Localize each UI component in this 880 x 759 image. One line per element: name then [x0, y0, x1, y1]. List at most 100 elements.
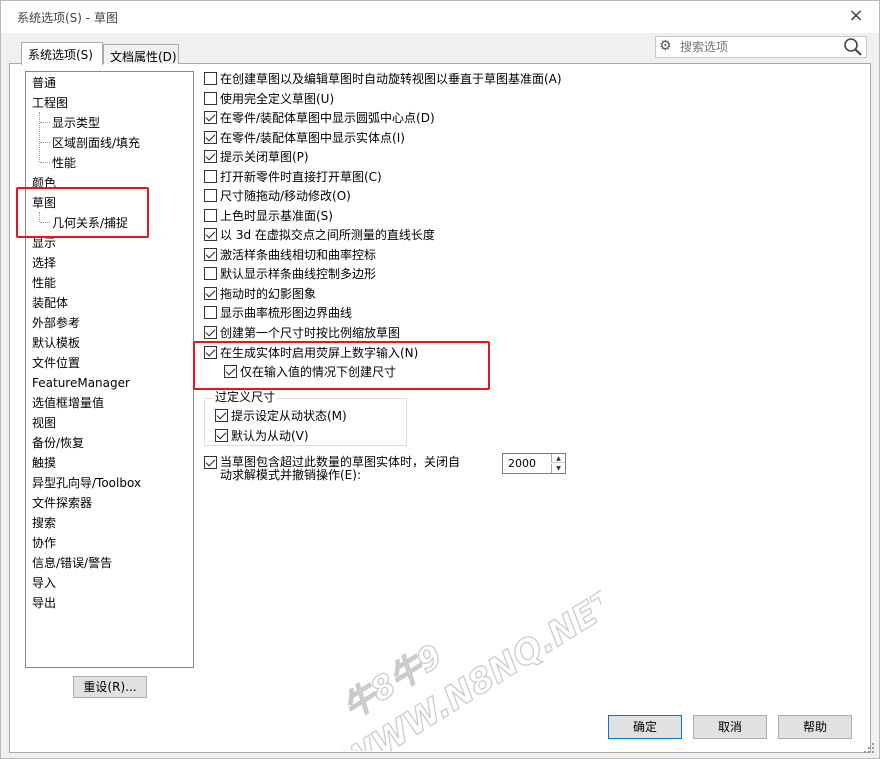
options-tree[interactable]: 普通 工程图 显示类型 区域剖面线/填充 性能 颜色 草图 几何关系/捕捉 显示… [25, 71, 194, 668]
tree-item-view[interactable]: 视图 [32, 413, 56, 433]
tree-item-general[interactable]: 普通 [32, 73, 56, 93]
option-label: 使用完全定义草图(U) [220, 92, 335, 106]
option-label-line2: 动求解模式并撤销操作(E): [220, 468, 361, 482]
resize-grip-icon[interactable] [863, 742, 875, 754]
option-label: 提示关闭草图(P) [220, 150, 309, 164]
option-fully-defined-sketches[interactable]: 使用完全定义草图(U) [204, 90, 334, 108]
checkbox[interactable] [215, 429, 228, 442]
option-on-screen-numeric-input[interactable]: 在生成实体时启用荧屏上数字输入(N) [204, 344, 418, 362]
tree-item-hole-wizard-toolbox[interactable]: 异型孔向导/Toolbox [32, 473, 141, 493]
tree-item-default-templates[interactable]: 默认模板 [32, 333, 80, 353]
checkbox[interactable] [204, 306, 217, 319]
tree-item-featuremanager[interactable]: FeatureManager [32, 373, 130, 393]
option-auto-rotate-view[interactable]: 在创建草图以及编辑草图时自动旋转视图以垂直于草图基准面(A) [204, 70, 562, 88]
tab-system-options[interactable]: 系统选项(S) [21, 42, 103, 65]
checkbox[interactable] [204, 346, 217, 359]
checkbox[interactable] [204, 92, 217, 105]
tree-item-drawings[interactable]: 工程图 [32, 93, 68, 113]
option-ghost-image-drag[interactable]: 拖动时的幻影图象 [204, 285, 316, 303]
checkbox[interactable] [204, 287, 217, 300]
title-bar: 系统选项(S) - 草图 × [1, 1, 879, 33]
option-create-sketch-on-new-part[interactable]: 打开新零件时直接打开草图(C) [204, 168, 382, 186]
checkbox[interactable] [204, 170, 217, 183]
tree-item-display[interactable]: 显示 [32, 233, 56, 253]
tree-item-import[interactable]: 导入 [32, 573, 56, 593]
tree-item-display-style[interactable]: 显示类型 [52, 113, 100, 133]
option-label: 激活样条曲线相切和曲率控标 [220, 248, 377, 262]
option-label: 创建第一个尺寸时按比例缩放草图 [220, 326, 401, 340]
option-prompt-close-sketch[interactable]: 提示关闭草图(P) [204, 148, 309, 166]
spin-down-icon[interactable]: ▼ [551, 464, 565, 473]
option-label: 在零件/装配体草图中显示圆弧中心点(D) [220, 111, 435, 125]
search-input[interactable] [678, 38, 838, 56]
option-curvature-comb[interactable]: 显示曲率梳形图边界曲线 [204, 304, 352, 322]
tree-item-file-locations[interactable]: 文件位置 [32, 353, 80, 373]
option-display-plane-shaded[interactable]: 上色时显示基准面(S) [204, 207, 333, 225]
checkbox[interactable] [204, 209, 217, 222]
option-prompt-driven-state[interactable]: 提示设定从动状态(M) [215, 407, 347, 425]
tree-item-relations-snaps[interactable]: 几何关系/捕捉 [52, 213, 128, 233]
tree-item-search[interactable]: 搜索 [32, 513, 56, 533]
option-label: 默认显示样条曲线控制多边形 [220, 267, 377, 281]
checkbox[interactable] [204, 72, 217, 85]
option-set-driven-default[interactable]: 默认为从动(V) [215, 427, 309, 445]
tree-item-drawing-performance[interactable]: 性能 [52, 153, 76, 173]
checkbox[interactable] [204, 326, 217, 339]
tree-item-collaboration[interactable]: 协作 [32, 533, 56, 553]
option-spline-polygon[interactable]: 默认显示样条曲线控制多边形 [204, 265, 376, 283]
option-line-length-3d[interactable]: 以 3d 在虚拟交点之间所测量的直线长度 [204, 226, 435, 244]
option-label: 提示设定从动状态(M) [231, 409, 347, 423]
checkbox[interactable] [204, 131, 217, 144]
tree-item-external-references[interactable]: 外部参考 [32, 313, 80, 333]
cancel-button[interactable]: 取消 [693, 715, 767, 739]
tree-item-backup-recover[interactable]: 备份/恢复 [32, 433, 84, 453]
option-arc-centerpoints[interactable]: 在零件/装配体草图中显示圆弧中心点(D) [204, 109, 435, 127]
option-entity-points[interactable]: 在零件/装配体草图中显示实体点(I) [204, 129, 405, 147]
search-options-box[interactable]: ⚙ [655, 36, 867, 58]
checkbox[interactable] [204, 189, 217, 202]
checkbox[interactable] [204, 150, 217, 163]
gear-icon[interactable]: ⚙ [659, 38, 672, 54]
tree-item-assemblies[interactable]: 装配体 [32, 293, 68, 313]
option-label: 在创建草图以及编辑草图时自动旋转视图以垂直于草图基准面(A) [220, 72, 562, 86]
tab-document-properties[interactable]: 文档属性(D) [103, 44, 179, 64]
entity-count-input[interactable] [506, 456, 548, 471]
close-icon[interactable]: × [847, 5, 865, 27]
checkbox[interactable] [224, 365, 237, 378]
help-button[interactable]: 帮助 [778, 715, 852, 739]
tree-item-messages-errors-warnings[interactable]: 信息/错误/警告 [32, 553, 112, 573]
tree-item-export[interactable]: 导出 [32, 593, 56, 613]
ok-button[interactable]: 确定 [608, 715, 682, 739]
option-create-dim-only-when-value-entered[interactable]: 仅在输入值的情况下创建尺寸 [224, 363, 396, 381]
tree-connector [39, 212, 40, 222]
checkbox[interactable] [204, 456, 217, 469]
checkbox[interactable] [215, 409, 228, 422]
option-override-dims-on-drag[interactable]: 尺寸随拖动/移动修改(O) [204, 187, 351, 205]
search-icon[interactable] [842, 35, 864, 57]
option-label: 打开新零件时直接打开草图(C) [220, 170, 382, 184]
window-title: 系统选项(S) - 草图 [17, 11, 118, 25]
checkbox[interactable] [204, 248, 217, 261]
tree-item-selection[interactable]: 选择 [32, 253, 56, 273]
option-label: 默认为从动(V) [231, 429, 309, 443]
entity-count-stepper[interactable]: ▲ ▼ [502, 453, 566, 474]
reset-button[interactable]: 重设(R)... [73, 676, 147, 698]
option-spline-handles[interactable]: 激活样条曲线相切和曲率控标 [204, 246, 376, 264]
spin-up-icon[interactable]: ▲ [551, 454, 565, 463]
tree-item-area-hatch[interactable]: 区域剖面线/填充 [52, 133, 140, 153]
option-scale-on-first-dimension[interactable]: 创建第一个尺寸时按比例缩放草图 [204, 324, 400, 342]
checkbox[interactable] [204, 228, 217, 241]
checkbox[interactable] [204, 267, 217, 280]
tree-item-performance[interactable]: 性能 [32, 273, 56, 293]
tree-item-file-explorer[interactable]: 文件探索器 [32, 493, 92, 513]
tree-connector [40, 222, 50, 223]
tree-item-touch[interactable]: 触摸 [32, 453, 56, 473]
tree-connector [40, 162, 50, 163]
tree-item-sketch[interactable]: 草图 [32, 193, 56, 213]
option-label: 在零件/装配体草图中显示实体点(I) [220, 131, 405, 145]
tree-item-spin-box-increments[interactable]: 选值框增量值 [32, 393, 104, 413]
tree-connector [40, 142, 50, 143]
tree-item-colors[interactable]: 颜色 [32, 173, 56, 193]
option-label: 以 3d 在虚拟交点之间所测量的直线长度 [220, 228, 435, 242]
checkbox[interactable] [204, 111, 217, 124]
